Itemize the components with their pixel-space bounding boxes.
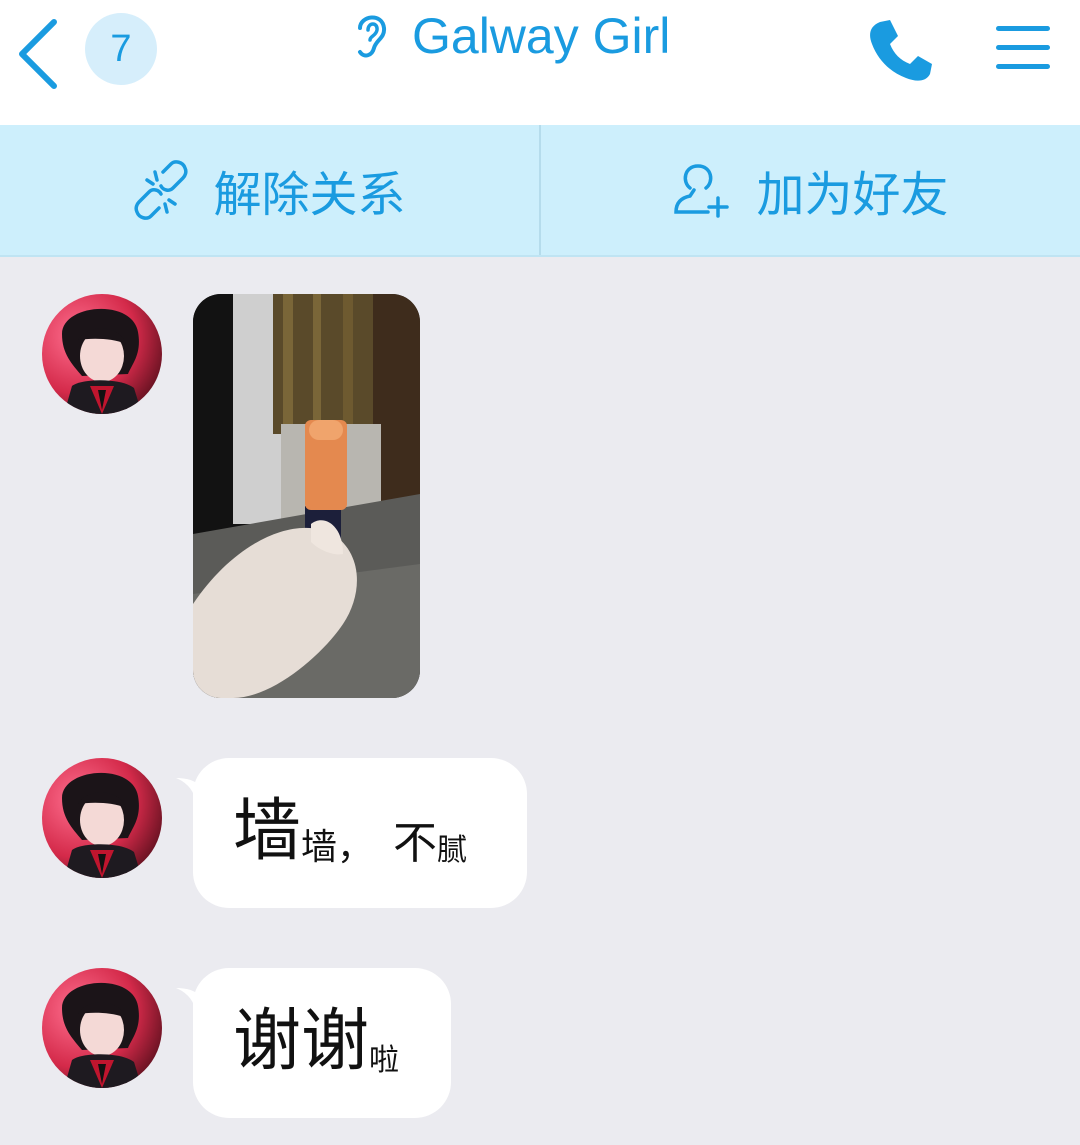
contact-avatar[interactable] [42,968,162,1088]
avatar-image [42,968,162,1088]
message-photo[interactable] [193,294,420,698]
avatar-image [42,294,162,414]
message-text: 谢谢 [233,1002,370,1081]
chat-title-group[interactable]: Galway Girl [352,4,670,68]
unbind-relationship-button[interactable]: 解除关系 [0,125,541,255]
ear-icon [358,15,387,58]
message-bubble[interactable]: 谢谢 啦 [193,968,451,1118]
message-bubble[interactable]: 墙 墙， 不 腻 [193,758,527,908]
message-text: 腻 [437,833,468,868]
call-button[interactable] [866,16,936,86]
add-friend-label: 加为好友 [756,167,949,223]
add-friend-button[interactable]: 加为好友 [541,125,1080,255]
photo-lipstick [193,294,420,698]
add-user-icon [674,164,730,218]
message-text: 墙， [301,827,374,868]
contact-avatar[interactable] [42,294,162,414]
back-button[interactable] [12,14,72,90]
chevron-left-icon [19,19,57,89]
avatar-image [42,758,162,878]
message-text: 不 [393,818,438,869]
relationship-action-bar: 解除关系 加为好友 [0,125,1080,257]
message-text: 啦 [369,1043,400,1078]
menu-button[interactable] [994,22,1052,74]
unread-count-badge[interactable]: 7 [85,13,157,85]
hamburger-menu-icon [996,26,1050,69]
message-text: 墙 [233,792,302,871]
broken-link-icon [134,160,189,220]
chat-header: 7 Galway Girl [0,0,1080,125]
unbind-relationship-label: 解除关系 [213,167,406,223]
phone-icon [870,20,932,81]
contact-avatar[interactable] [42,758,162,878]
chat-title: Galway Girl [412,8,671,64]
